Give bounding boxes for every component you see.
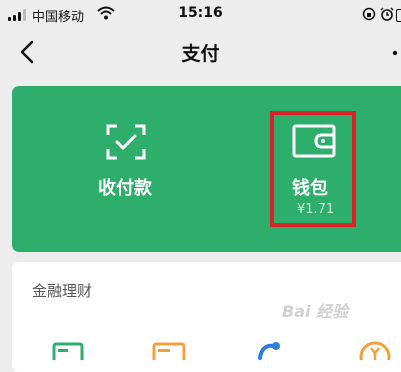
pay-card: 收付款 钱包 ¥1.71	[12, 86, 401, 252]
loan-icon[interactable]	[152, 340, 186, 360]
status-bar: 中国移动 15:16	[0, 0, 401, 30]
fund-icon[interactable]	[358, 340, 392, 360]
credit-card-icon[interactable]	[52, 340, 84, 360]
receive-pay-button[interactable]: 收付款	[12, 86, 242, 252]
page-title: 支付	[181, 43, 220, 65]
nav-bar: 支付	[0, 30, 401, 74]
wealth-icon[interactable]	[256, 340, 282, 360]
watermark: Bai 经验	[282, 302, 349, 321]
more-dots-icon[interactable]	[388, 48, 401, 58]
receive-pay-label: 收付款	[98, 178, 152, 199]
wallet-highlight-box	[270, 111, 356, 227]
status-time: 15:16	[178, 5, 223, 21]
screen-lock-icon	[362, 7, 376, 21]
qr-scan-icon	[106, 124, 146, 160]
battery-icon	[396, 9, 401, 22]
alarm-icon	[380, 7, 394, 21]
section-title: 金融理财	[32, 282, 93, 300]
